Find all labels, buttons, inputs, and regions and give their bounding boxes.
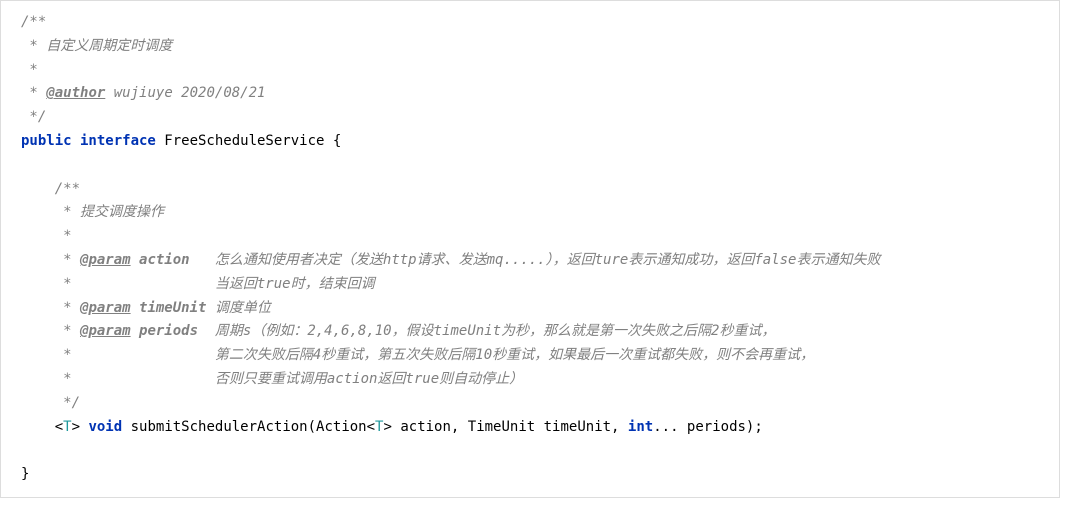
code-line: * [21,59,1049,83]
code-line: public interface FreeScheduleService { [21,130,1049,154]
code-line: * @param timeUnit 调度单位 [21,297,1049,321]
doc-param-name: action [131,252,190,268]
comment-text: /** [55,181,80,197]
code-line: * @param periods 周期s（例如：2,4,6,8,10，假设tim… [21,320,1049,344]
comment-prefix: * [21,85,46,101]
code-line: /** [21,11,1049,35]
comment-text: */ [21,109,46,125]
class-decl: FreeScheduleService { [156,133,341,149]
code-line: */ [21,392,1049,416]
comment-prefix: * [55,300,80,316]
comment-text: * 当返回true时，结束回调 [55,276,375,292]
code-segment: < [55,419,63,435]
code-line [21,154,1049,178]
code-line: * 提交调度操作 [21,201,1049,225]
comment-text: * [55,228,72,244]
code-segment: > [72,419,89,435]
code-line: * 当返回true时，结束回调 [21,273,1049,297]
doc-tag-param: @param [80,300,131,316]
code-line: * @param action 怎么通知使用者决定（发送http请求、发送mq.… [21,249,1049,273]
keyword-segment: int [628,419,653,435]
code-segment: ... periods); [653,419,763,435]
comment-prefix: * [55,323,80,339]
type-param-segment: T [63,419,71,435]
comment-text: * 自定义周期定时调度 [21,38,172,54]
comment-text: /** [21,14,46,30]
code-editor: /** * 自定义周期定时调度 * * @author wujiuye 2020… [11,11,1049,487]
comment-text: */ [55,395,80,411]
comment-text: * 否则只要重试调用action返回true则自动停止） [55,371,523,387]
code-line: * 自定义周期定时调度 [21,35,1049,59]
code-segment: submitSchedulerAction(Action< [122,419,375,435]
keyword: public interface [21,133,156,149]
doc-tag-param: @param [80,323,131,339]
doc-tag-author: @author [46,85,105,101]
doc-param-name: timeUnit [131,300,207,316]
doc-param-name: periods [131,323,198,339]
comment-rest: 调度单位 [206,300,270,316]
comment-text: * 第二次失败后隔4秒重试，第五次失败后隔10秒重试，如果最后一次重试都失败，则… [55,347,814,363]
comment-prefix: * [55,252,80,268]
code-line: /** [21,178,1049,202]
doc-tag-param: @param [80,252,131,268]
code-text: } [21,466,29,482]
code-line [21,439,1049,463]
code-line: <T> void submitSchedulerAction(Action<T>… [21,416,1049,440]
comment-rest: 周期s（例如：2,4,6,8,10，假设timeUnit为秒，那么就是第一次失败… [198,323,775,339]
code-line: } [21,463,1049,487]
code-line: */ [21,106,1049,130]
comment-rest: 怎么通知使用者决定（发送http请求、发送mq.....），返回ture表示通知… [190,252,881,268]
code-content: /** * 自定义周期定时调度 * * @author wujiuye 2020… [21,11,1049,487]
code-line: * 第二次失败后隔4秒重试，第五次失败后隔10秒重试，如果最后一次重试都失败，则… [21,344,1049,368]
comment-text: * [21,62,38,78]
keyword-segment: void [88,419,122,435]
code-line: * 否则只要重试调用action返回true则自动停止） [21,368,1049,392]
comment-text: * 提交调度操作 [55,204,164,220]
comment-rest: wujiuye 2020/08/21 [105,85,265,101]
code-line: * @author wujiuye 2020/08/21 [21,82,1049,106]
code-line: * [21,225,1049,249]
code-segment: > action, TimeUnit timeUnit, [383,419,627,435]
